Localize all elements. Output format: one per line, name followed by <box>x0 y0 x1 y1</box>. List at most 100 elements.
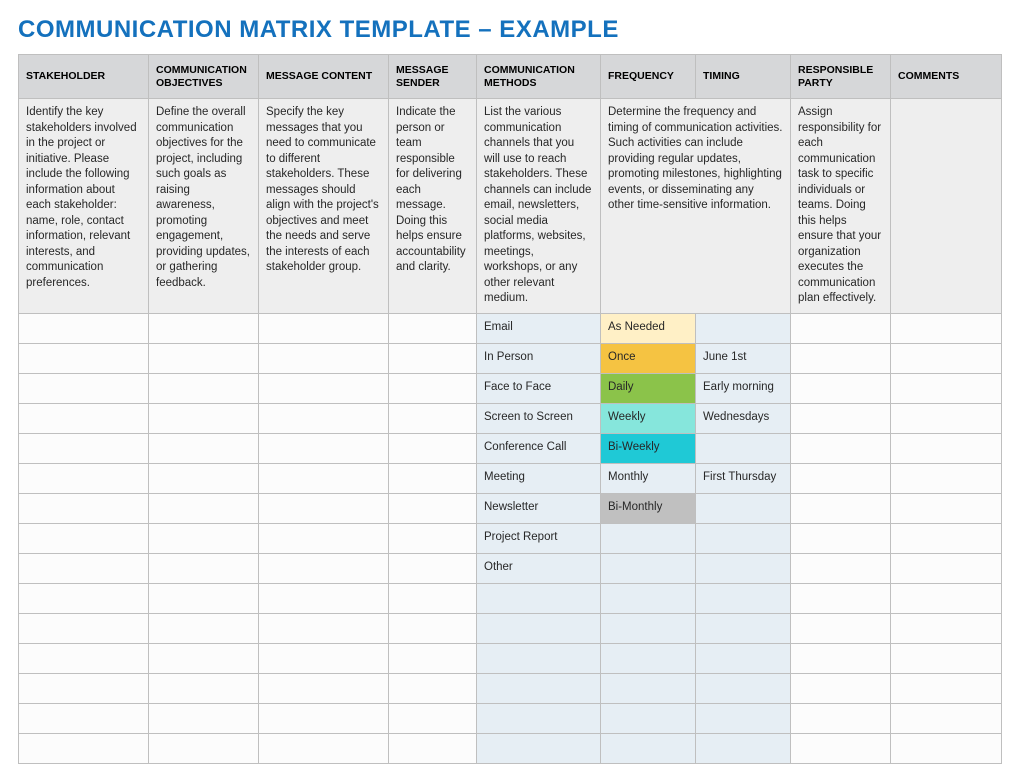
cell-methods[interactable]: Other <box>477 553 601 583</box>
cell-party[interactable] <box>791 613 891 643</box>
cell-methods[interactable] <box>477 673 601 703</box>
cell-objectives[interactable] <box>149 673 259 703</box>
cell-methods[interactable]: Project Report <box>477 523 601 553</box>
cell-comments[interactable] <box>891 553 1002 583</box>
cell-stakeholder[interactable] <box>19 553 149 583</box>
cell-methods[interactable] <box>477 583 601 613</box>
cell-stakeholder[interactable] <box>19 433 149 463</box>
cell-stakeholder[interactable] <box>19 733 149 763</box>
cell-party[interactable] <box>791 733 891 763</box>
cell-stakeholder[interactable] <box>19 403 149 433</box>
cell-comments[interactable] <box>891 643 1002 673</box>
cell-frequency[interactable]: As Needed <box>601 313 696 343</box>
cell-timing[interactable] <box>696 703 791 733</box>
cell-sender[interactable] <box>389 553 477 583</box>
cell-content[interactable] <box>259 733 389 763</box>
cell-objectives[interactable] <box>149 643 259 673</box>
cell-stakeholder[interactable] <box>19 643 149 673</box>
cell-party[interactable] <box>791 373 891 403</box>
cell-methods[interactable] <box>477 733 601 763</box>
cell-content[interactable] <box>259 643 389 673</box>
cell-methods[interactable]: Face to Face <box>477 373 601 403</box>
cell-stakeholder[interactable] <box>19 703 149 733</box>
cell-sender[interactable] <box>389 583 477 613</box>
cell-frequency[interactable] <box>601 613 696 643</box>
cell-stakeholder[interactable] <box>19 373 149 403</box>
cell-frequency[interactable]: Monthly <box>601 463 696 493</box>
cell-objectives[interactable] <box>149 523 259 553</box>
cell-timing[interactable]: First Thursday <box>696 463 791 493</box>
cell-frequency[interactable]: Bi-Weekly <box>601 433 696 463</box>
cell-objectives[interactable] <box>149 553 259 583</box>
cell-party[interactable] <box>791 403 891 433</box>
cell-content[interactable] <box>259 553 389 583</box>
cell-timing[interactable] <box>696 523 791 553</box>
cell-objectives[interactable] <box>149 733 259 763</box>
cell-comments[interactable] <box>891 313 1002 343</box>
cell-comments[interactable] <box>891 703 1002 733</box>
cell-methods[interactable] <box>477 703 601 733</box>
cell-comments[interactable] <box>891 493 1002 523</box>
cell-sender[interactable] <box>389 643 477 673</box>
cell-frequency[interactable]: Weekly <box>601 403 696 433</box>
cell-sender[interactable] <box>389 403 477 433</box>
cell-methods[interactable]: In Person <box>477 343 601 373</box>
cell-party[interactable] <box>791 463 891 493</box>
cell-comments[interactable] <box>891 433 1002 463</box>
cell-objectives[interactable] <box>149 433 259 463</box>
cell-sender[interactable] <box>389 523 477 553</box>
cell-timing[interactable] <box>696 643 791 673</box>
cell-party[interactable] <box>791 313 891 343</box>
cell-timing[interactable] <box>696 433 791 463</box>
cell-frequency[interactable]: Daily <box>601 373 696 403</box>
cell-frequency[interactable] <box>601 523 696 553</box>
cell-objectives[interactable] <box>149 583 259 613</box>
cell-comments[interactable] <box>891 613 1002 643</box>
cell-objectives[interactable] <box>149 313 259 343</box>
cell-timing[interactable]: June 1st <box>696 343 791 373</box>
cell-sender[interactable] <box>389 433 477 463</box>
cell-timing[interactable] <box>696 613 791 643</box>
cell-party[interactable] <box>791 523 891 553</box>
cell-stakeholder[interactable] <box>19 583 149 613</box>
cell-frequency[interactable] <box>601 583 696 613</box>
cell-content[interactable] <box>259 403 389 433</box>
cell-content[interactable] <box>259 373 389 403</box>
cell-methods[interactable]: Newsletter <box>477 493 601 523</box>
cell-comments[interactable] <box>891 373 1002 403</box>
cell-comments[interactable] <box>891 733 1002 763</box>
cell-objectives[interactable] <box>149 613 259 643</box>
cell-comments[interactable] <box>891 463 1002 493</box>
cell-party[interactable] <box>791 643 891 673</box>
cell-party[interactable] <box>791 343 891 373</box>
cell-party[interactable] <box>791 703 891 733</box>
cell-sender[interactable] <box>389 703 477 733</box>
cell-timing[interactable]: Wednesdays <box>696 403 791 433</box>
cell-stakeholder[interactable] <box>19 313 149 343</box>
cell-objectives[interactable] <box>149 403 259 433</box>
cell-content[interactable] <box>259 703 389 733</box>
cell-party[interactable] <box>791 433 891 463</box>
cell-objectives[interactable] <box>149 463 259 493</box>
cell-objectives[interactable] <box>149 343 259 373</box>
cell-sender[interactable] <box>389 673 477 703</box>
cell-comments[interactable] <box>891 673 1002 703</box>
cell-objectives[interactable] <box>149 703 259 733</box>
cell-stakeholder[interactable] <box>19 673 149 703</box>
cell-timing[interactable] <box>696 493 791 523</box>
cell-party[interactable] <box>791 583 891 613</box>
cell-frequency[interactable]: Once <box>601 343 696 373</box>
cell-frequency[interactable] <box>601 673 696 703</box>
cell-stakeholder[interactable] <box>19 463 149 493</box>
cell-methods[interactable] <box>477 643 601 673</box>
cell-comments[interactable] <box>891 343 1002 373</box>
cell-content[interactable] <box>259 343 389 373</box>
cell-content[interactable] <box>259 463 389 493</box>
cell-content[interactable] <box>259 673 389 703</box>
cell-comments[interactable] <box>891 583 1002 613</box>
cell-stakeholder[interactable] <box>19 343 149 373</box>
cell-frequency[interactable] <box>601 643 696 673</box>
cell-sender[interactable] <box>389 463 477 493</box>
cell-content[interactable] <box>259 313 389 343</box>
cell-content[interactable] <box>259 493 389 523</box>
